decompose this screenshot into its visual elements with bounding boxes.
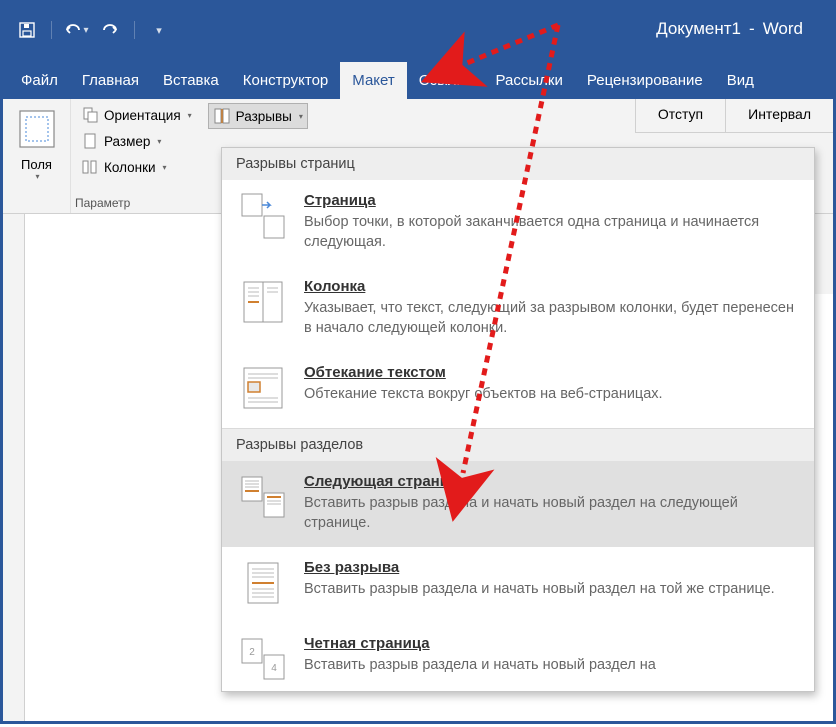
undo-icon — [63, 22, 83, 38]
redo-button[interactable] — [96, 16, 124, 44]
tab-home[interactable]: Главная — [70, 62, 151, 99]
chevron-down-icon: ▾ — [35, 172, 39, 181]
chevron-down-icon: ▾ — [188, 111, 192, 120]
tab-file[interactable]: Файл — [9, 62, 70, 99]
document-name: Документ1 — [656, 19, 741, 39]
columns-icon — [81, 158, 99, 176]
tab-design[interactable]: Конструктор — [231, 62, 341, 99]
tab-review[interactable]: Рецензирование — [575, 62, 715, 99]
save-button[interactable] — [13, 16, 41, 44]
titlebar: ▾ ▾ Документ1 - Word — [3, 3, 833, 57]
window-title: Документ1 - Word — [656, 19, 803, 39]
orientation-label: Ориентация — [104, 108, 181, 123]
chevron-down-icon: ▾ — [163, 163, 167, 172]
quick-access-toolbar: ▾ ▾ — [13, 16, 173, 44]
orientation-icon — [81, 106, 99, 124]
break-textwrap-item[interactable]: Обтекание текстом Обтекание текста вокру… — [222, 352, 814, 428]
breaks-icon — [213, 107, 231, 125]
size-icon — [81, 132, 99, 150]
break-column-desc: Указывает, что текст, следующий за разры… — [304, 299, 800, 338]
tab-layout[interactable]: Макет — [340, 62, 406, 99]
even-page-break-icon: 2 4 — [236, 633, 290, 685]
break-column-title: Колонка — [304, 278, 800, 295]
continuous-break-icon — [236, 557, 290, 609]
app-name: Word — [763, 19, 803, 39]
spacing-label: Интервал — [725, 99, 833, 132]
breaks-button[interactable]: Разрывы ▾ — [208, 103, 308, 129]
break-even-title: Четная страница — [304, 635, 800, 652]
ribbon-tabs: Файл Главная Вставка Конструктор Макет С… — [3, 57, 833, 99]
break-next-desc: Вставить разрыв раздела и начать новый р… — [304, 494, 800, 533]
separator — [134, 21, 135, 39]
chevron-down-icon: ▾ — [156, 24, 162, 37]
breaks-label: Разрывы — [236, 109, 292, 124]
customize-qat-button[interactable]: ▾ — [145, 16, 173, 44]
size-button[interactable]: Размер ▾ — [77, 129, 196, 153]
margins-icon — [16, 107, 58, 151]
break-next-title: Следующая страница — [304, 473, 800, 490]
section-header-section-breaks: Разрывы разделов — [222, 428, 814, 461]
next-page-break-icon — [236, 471, 290, 523]
break-page-desc: Выбор точки, в которой заканчивается одн… — [304, 213, 800, 252]
chevron-down-icon: ▾ — [157, 137, 161, 146]
chevron-down-icon: ▾ — [299, 112, 303, 121]
separator — [51, 21, 52, 39]
redo-icon — [100, 22, 120, 38]
title-separator: - — [749, 19, 755, 39]
tab-mailings[interactable]: Рассылки — [484, 62, 575, 99]
tab-insert[interactable]: Вставка — [151, 62, 231, 99]
break-even-desc: Вставить разрыв раздела и начать новый р… — [304, 656, 800, 676]
group-caption: Параметр — [75, 196, 130, 210]
section-header-page-breaks: Разрывы страниц — [222, 148, 814, 180]
svg-text:4: 4 — [271, 663, 277, 674]
tab-view[interactable]: Вид — [715, 62, 766, 99]
breaks-dropdown: Разрывы страниц Страница Выбор точки, в … — [221, 147, 815, 692]
columns-label: Колонки — [104, 160, 156, 175]
text-wrap-break-icon — [236, 362, 290, 414]
break-continuous-item[interactable]: Без разрыва Вставить разрыв раздела и на… — [222, 547, 814, 623]
columns-button[interactable]: Колонки ▾ — [77, 155, 196, 179]
break-page-item[interactable]: Страница Выбор точки, в которой заканчив… — [222, 180, 814, 266]
document-margin-left — [3, 214, 25, 721]
orientation-button[interactable]: Ориентация ▾ — [77, 103, 196, 127]
size-label: Размер — [104, 134, 150, 149]
break-wrap-desc: Обтекание текста вокруг объектов на веб-… — [304, 385, 800, 405]
column-break-icon — [236, 276, 290, 328]
margins-label: Поля — [21, 157, 52, 172]
break-continuous-desc: Вставить разрыв раздела и начать новый р… — [304, 580, 800, 600]
break-wrap-title: Обтекание текстом — [304, 364, 800, 381]
break-page-title: Страница — [304, 192, 800, 209]
margins-button[interactable]: Поля ▾ — [3, 99, 71, 213]
chevron-down-icon[interactable]: ▾ — [83, 25, 88, 36]
svg-text:2: 2 — [249, 647, 255, 658]
undo-button[interactable]: ▾ — [62, 16, 90, 44]
break-column-item[interactable]: Колонка Указывает, что текст, следующий … — [222, 266, 814, 352]
break-next-page-item[interactable]: Следующая страница Вставить разрыв разде… — [222, 461, 814, 547]
tab-references[interactable]: Ссылки — [407, 62, 484, 99]
break-even-page-item[interactable]: 2 4 Четная страница Вставить разрыв разд… — [222, 623, 814, 691]
page-break-icon — [236, 190, 290, 242]
save-icon — [18, 21, 36, 39]
paragraph-group-headers: Отступ Интервал — [635, 99, 833, 133]
indent-label: Отступ — [635, 99, 725, 132]
break-continuous-title: Без разрыва — [304, 559, 800, 576]
